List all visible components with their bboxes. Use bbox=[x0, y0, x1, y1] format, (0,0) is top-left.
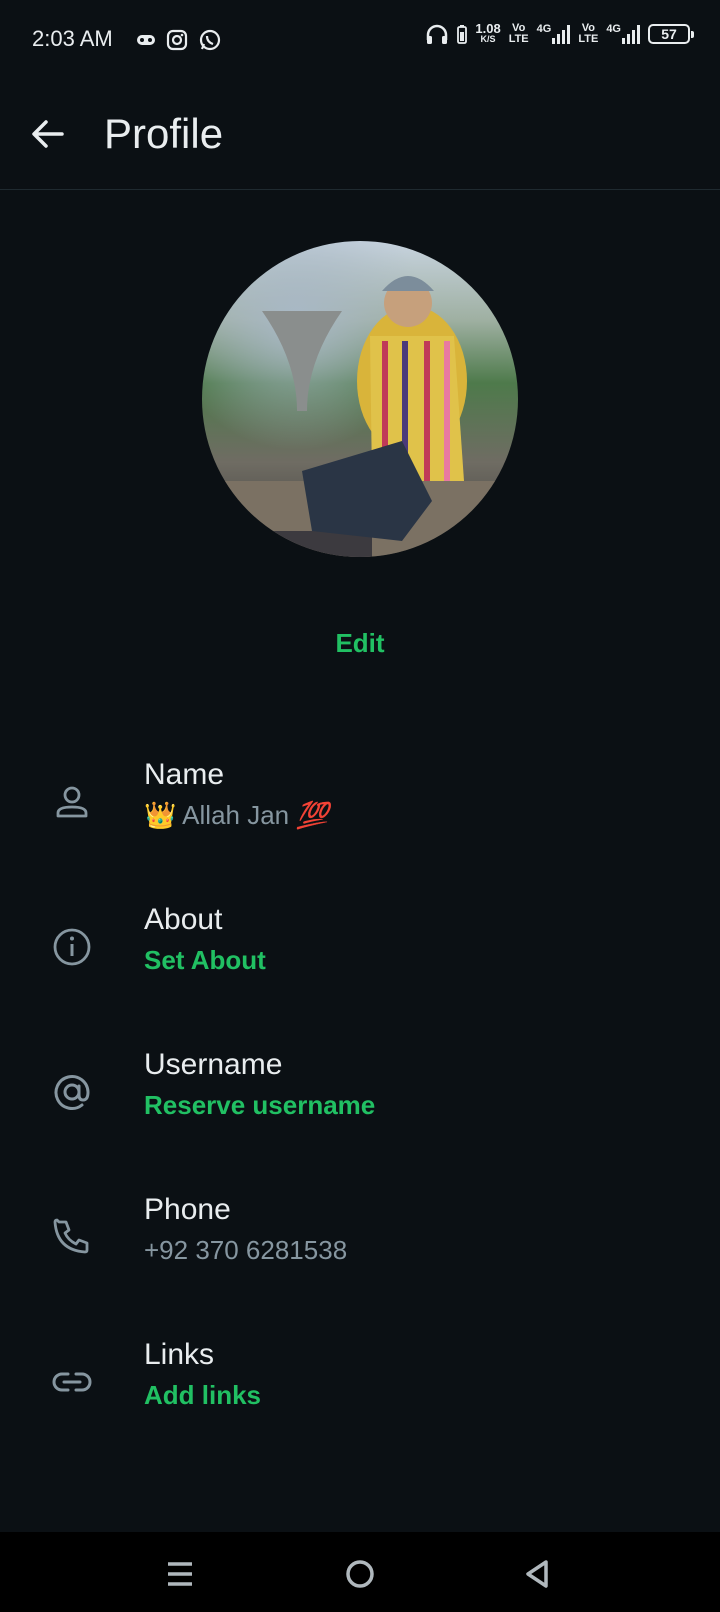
field-username[interactable]: Username Reserve username bbox=[0, 1048, 720, 1158]
person-icon bbox=[56, 786, 88, 818]
back-arrow-icon[interactable] bbox=[26, 112, 70, 156]
name-value: 👑 Allah Jan 💯 bbox=[144, 800, 329, 830]
set-about-link[interactable]: Set About bbox=[144, 945, 266, 976]
status-bar: 2:03 AM 1.08 K/S Vo LTE 4G Vo LTE 4G 57 bbox=[0, 0, 720, 80]
battery-level: 57 bbox=[661, 26, 677, 42]
signal-bars-icon bbox=[622, 24, 640, 44]
status-system-icons: 1.08 K/S Vo LTE 4G Vo LTE 4G 57 bbox=[425, 21, 694, 46]
username-label: Username bbox=[144, 1048, 283, 1081]
reserve-username-link[interactable]: Reserve username bbox=[144, 1090, 375, 1121]
game-icon bbox=[137, 35, 155, 45]
hundred-emoji: 💯 bbox=[296, 800, 329, 830]
edit-photo-button[interactable]: Edit bbox=[0, 628, 720, 659]
signal-1: 4G bbox=[537, 24, 571, 44]
page-title: Profile bbox=[104, 110, 224, 157]
volte-indicator-1: Vo LTE bbox=[508, 22, 529, 45]
field-links[interactable]: Links Add links bbox=[0, 1338, 720, 1448]
info-icon bbox=[53, 928, 91, 966]
name-label: Name bbox=[144, 758, 225, 791]
signal-bars-icon bbox=[552, 24, 571, 44]
network-type-2: 4G bbox=[606, 23, 621, 35]
signal-2: 4G bbox=[606, 24, 640, 44]
add-links-link[interactable]: Add links bbox=[144, 1380, 261, 1411]
links-label: Links bbox=[144, 1338, 215, 1371]
app-bar: Profile bbox=[0, 80, 720, 190]
small-battery-icon bbox=[457, 25, 468, 44]
system-navigation-bar bbox=[0, 1532, 720, 1612]
status-time: 2:03 AM bbox=[32, 26, 113, 51]
field-name[interactable]: Name 👑 Allah Jan 💯 bbox=[0, 758, 720, 868]
menu-icon[interactable] bbox=[160, 1554, 200, 1594]
whatsapp-icon bbox=[199, 29, 221, 51]
about-label: About bbox=[144, 903, 223, 936]
battery-icon: 57 bbox=[648, 24, 694, 44]
network-type-1: 4G bbox=[536, 23, 552, 35]
at-icon bbox=[54, 1075, 90, 1110]
crown-emoji: 👑 bbox=[144, 800, 177, 830]
network-speed: 1.08 K/S bbox=[475, 21, 501, 44]
profile-photo-image bbox=[202, 276, 518, 557]
home-circle-icon[interactable] bbox=[340, 1554, 380, 1594]
back-triangle-icon[interactable] bbox=[518, 1554, 558, 1594]
link-icon bbox=[52, 1372, 92, 1392]
volte-indicator-2: Vo LTE bbox=[578, 22, 599, 45]
instagram-icon bbox=[166, 29, 188, 51]
headphones-icon bbox=[427, 24, 448, 44]
phone-icon bbox=[53, 1218, 89, 1254]
phone-label: Phone bbox=[144, 1193, 231, 1226]
profile-photo[interactable] bbox=[202, 241, 518, 557]
phone-value: +92 370 6281538 bbox=[144, 1235, 348, 1265]
field-phone[interactable]: Phone +92 370 6281538 bbox=[0, 1193, 720, 1303]
field-about[interactable]: About Set About bbox=[0, 903, 720, 1013]
status-notification-icons bbox=[136, 28, 222, 52]
